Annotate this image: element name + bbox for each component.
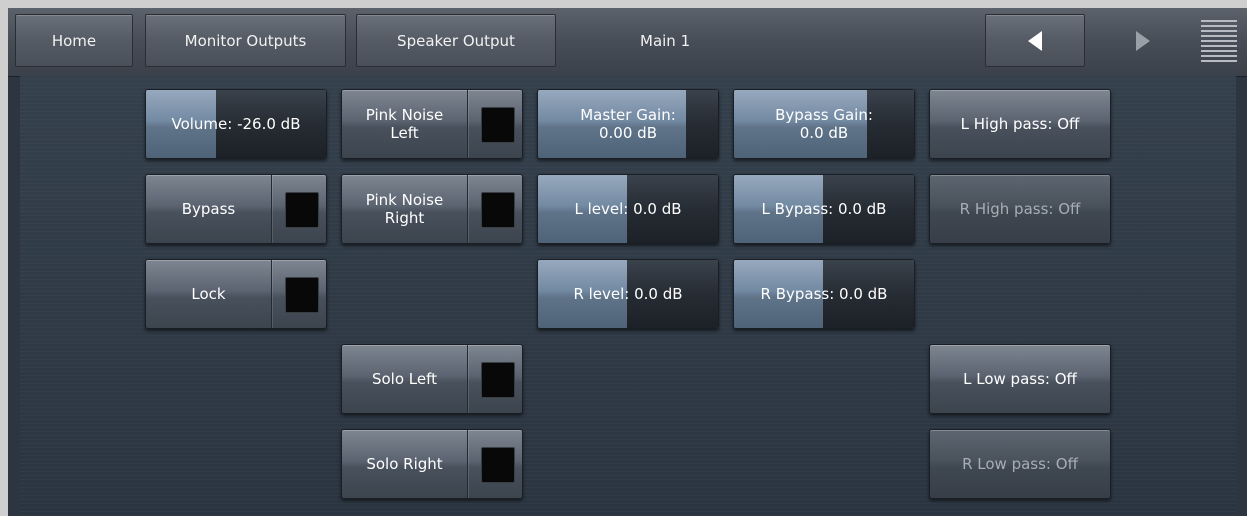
tab-speaker-output[interactable]: Speaker Output [356,14,556,67]
l-high-pass-button[interactable]: L High pass: Off [929,89,1111,159]
bypass-gain-slider-button[interactable]: Bypass Gain: 0.0 dB [733,89,915,159]
bypass-indicator [285,192,319,228]
lock-indicator [285,277,319,313]
tab-home[interactable]: Home [15,14,133,67]
pink-noise-left-indicator [481,107,515,143]
l-low-pass-label: L Low pass: Off [963,370,1077,388]
app-frame: Home Monitor Outputs Speaker Output Main… [8,8,1247,516]
master-gain-label: Master Gain: 0.00 dB [580,106,676,142]
r-high-pass-button[interactable]: R High pass: Off [929,174,1111,244]
l-bypass-label: L Bypass: 0.0 dB [761,200,887,218]
r-level-label: R level: 0.0 dB [573,285,683,303]
pink-noise-right-indicator [481,192,515,228]
r-high-pass-label: R High pass: Off [959,200,1081,218]
solo-left-toggle-button[interactable]: Solo Left [341,344,523,414]
r-level-slider-button[interactable]: R level: 0.0 dB [537,259,719,329]
solo-right-label: Solo Right [366,455,443,473]
bypass-gain-label: Bypass Gain: 0.0 dB [775,106,873,142]
volume-slider-button[interactable]: Volume: -26.0 dB [145,89,327,159]
r-bypass-label: R Bypass: 0.0 dB [760,285,888,303]
controls-panel: Volume: -26.0 dB Bypass Lock Pink Noise L… [20,76,1236,516]
l-low-pass-button[interactable]: L Low pass: Off [929,344,1111,414]
l-level-slider-button[interactable]: L level: 0.0 dB [537,174,719,244]
master-gain-slider-button[interactable]: Master Gain: 0.00 dB [537,89,719,159]
volume-label: Volume: -26.0 dB [171,115,301,133]
l-level-label: L level: 0.0 dB [574,200,682,218]
solo-right-toggle-button[interactable]: Solo Right [341,429,523,499]
lock-label: Lock [191,285,226,303]
hamburger-menu-icon[interactable] [1201,20,1237,62]
r-low-pass-label: R Low pass: Off [962,455,1078,473]
pink-noise-left-label: Pink Noise Left [365,106,444,142]
l-bypass-slider-button[interactable]: L Bypass: 0.0 dB [733,174,915,244]
top-navigation-bar: Home Monitor Outputs Speaker Output Main… [8,8,1247,77]
back-button[interactable] [985,14,1085,67]
r-bypass-slider-button[interactable]: R Bypass: 0.0 dB [733,259,915,329]
triangle-left-icon [1028,30,1042,51]
lock-toggle-button[interactable]: Lock [145,259,327,329]
pink-noise-right-label: Pink Noise Right [365,191,444,227]
solo-left-indicator [481,362,515,398]
forward-button[interactable] [1108,14,1178,67]
solo-right-indicator [481,447,515,483]
bypass-toggle-button[interactable]: Bypass [145,174,327,244]
bypass-label: Bypass [181,200,236,218]
r-low-pass-button[interactable]: R Low pass: Off [929,429,1111,499]
solo-left-label: Solo Left [371,370,438,388]
pink-noise-left-toggle-button[interactable]: Pink Noise Left [341,89,523,159]
current-page-title: Main 1 [640,31,691,50]
triangle-right-icon [1136,30,1150,51]
tab-monitor-outputs[interactable]: Monitor Outputs [145,14,346,67]
l-high-pass-label: L High pass: Off [960,115,1080,133]
pink-noise-right-toggle-button[interactable]: Pink Noise Right [341,174,523,244]
